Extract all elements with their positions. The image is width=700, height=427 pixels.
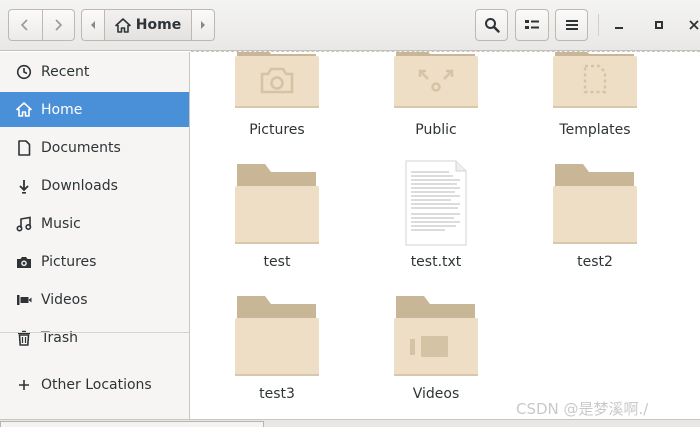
file-name: Public: [415, 122, 457, 138]
plus-icon: [16, 377, 32, 393]
sidebar-item-label: Other Locations: [41, 376, 152, 393]
path-scroll-left[interactable]: [82, 10, 104, 40]
file-name: test: [263, 254, 291, 270]
text-file-icon: [405, 160, 467, 246]
path-bar: Home: [81, 9, 215, 41]
sidebar-item-documents[interactable]: Documents: [0, 130, 189, 165]
file-item-pictures[interactable]: Pictures: [217, 52, 337, 138]
file-name: test2: [577, 254, 613, 270]
file-item-test-txt[interactable]: test.txt: [376, 160, 496, 272]
file-name: Videos: [412, 386, 460, 402]
chevron-left-icon: [21, 19, 28, 31]
file-name: test.txt: [410, 254, 462, 270]
search-button[interactable]: [475, 9, 508, 41]
folder-icon: [553, 52, 637, 108]
sidebar-item-label: Documents: [41, 139, 121, 156]
view-toggle-button[interactable]: [515, 9, 549, 41]
sidebar-item-label: Pictures: [41, 253, 97, 270]
sidebar-item-videos[interactable]: Videos: [0, 282, 189, 317]
sidebar-item-label: Home: [41, 101, 83, 118]
sidebar-item-pictures[interactable]: Pictures: [0, 244, 189, 279]
download-icon: [16, 178, 32, 194]
file-grid: Pictures Public Templates test test.txt …: [191, 52, 700, 419]
sidebar-item-downloads[interactable]: Downloads: [0, 168, 189, 203]
sidebar-item-music[interactable]: Music: [0, 206, 189, 241]
status-bar: [0, 419, 700, 427]
file-name: Templates: [559, 122, 631, 138]
sidebar-item-trash[interactable]: Trash: [0, 320, 189, 355]
triangle-right-icon: [201, 21, 205, 29]
sidebar-item-label: Music: [41, 215, 81, 232]
forward-button[interactable]: [41, 10, 75, 40]
status-segment: [0, 421, 264, 427]
video-icon: [16, 292, 32, 308]
path-scroll-right[interactable]: [192, 10, 214, 40]
folder-icon: [235, 296, 319, 376]
header-bar: Home: [0, 0, 700, 51]
list-view-icon: [525, 20, 539, 29]
sidebar-item-home[interactable]: Home: [0, 92, 189, 127]
history-nav: [8, 9, 75, 41]
path-home-label: Home: [135, 17, 182, 33]
back-button[interactable]: [9, 10, 42, 40]
sidebar-item-label: Videos: [41, 291, 88, 308]
watermark-text: CSDN @是梦溪啊./: [516, 400, 649, 418]
music-icon: [16, 216, 32, 232]
sidebar-item-recent[interactable]: Recent: [0, 54, 189, 89]
file-item-test[interactable]: test: [217, 162, 337, 272]
folder-icon: [235, 164, 319, 244]
file-name: test3: [259, 386, 295, 402]
folder-icon: [235, 52, 319, 108]
sidebar-item-label: Downloads: [41, 177, 118, 194]
file-item-videos[interactable]: Videos: [376, 294, 496, 404]
folder-icon: [394, 296, 478, 376]
camera-icon: [16, 254, 32, 270]
hamburger-menu-icon: [565, 20, 578, 30]
home-icon: [114, 17, 131, 33]
minimize-button[interactable]: [611, 17, 627, 33]
minimize-icon: [615, 27, 623, 29]
home-icon: [16, 102, 32, 118]
search-icon: [484, 18, 500, 33]
menu-button[interactable]: [555, 9, 588, 41]
triangle-left-icon: [91, 21, 95, 29]
header-separator: [598, 14, 599, 36]
file-item-templates[interactable]: Templates: [535, 52, 655, 138]
file-name: Pictures: [249, 122, 305, 138]
path-home-button[interactable]: Home: [104, 10, 192, 40]
close-button[interactable]: [686, 17, 700, 33]
sidebar-item-label: Recent: [41, 63, 90, 80]
maximize-icon: [655, 21, 663, 29]
clock-icon: [16, 64, 32, 80]
chevron-right-icon: [55, 19, 63, 31]
folder-icon: [553, 164, 637, 244]
folder-icon: [394, 52, 478, 108]
sidebar-separator: [0, 332, 189, 333]
document-icon: [16, 139, 32, 156]
places-sidebar: Recent Home Documents Downloads Music Pi…: [0, 52, 190, 419]
close-icon: [689, 20, 699, 30]
sidebar-item-other-locations[interactable]: Other Locations: [0, 367, 189, 402]
file-item-test3[interactable]: test3: [217, 294, 337, 404]
maximize-button[interactable]: [651, 17, 667, 33]
file-item-public[interactable]: Public: [376, 52, 496, 138]
file-item-test2[interactable]: test2: [535, 162, 655, 272]
